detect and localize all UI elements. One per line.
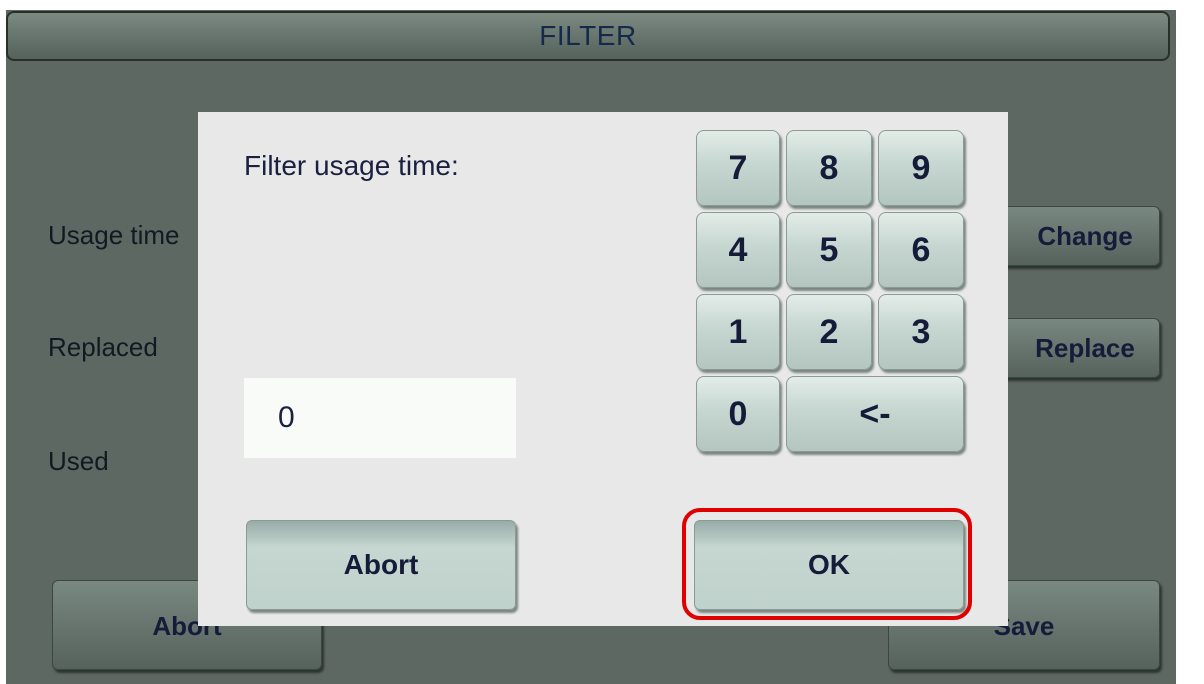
- replace-button-label: Replace: [1035, 332, 1135, 363]
- numeric-input-dialog: Filter usage time: 0 7 8 9 4 5 6 1 2 3 0…: [198, 112, 1008, 626]
- title-bar: FILTER: [6, 11, 1170, 61]
- key-5[interactable]: 5: [786, 212, 872, 288]
- key-6[interactable]: 6: [878, 212, 964, 288]
- usage-time-label: Usage time: [48, 220, 180, 250]
- used-label: Used: [48, 446, 109, 476]
- key-3[interactable]: 3: [878, 294, 964, 370]
- change-button-label: Change: [1037, 220, 1133, 251]
- key-7[interactable]: 7: [696, 130, 780, 206]
- dialog-abort-label: Abort: [343, 549, 419, 580]
- key-1[interactable]: 1: [696, 294, 780, 370]
- key-9[interactable]: 9: [878, 130, 964, 206]
- key-4[interactable]: 4: [696, 212, 780, 288]
- page-title: FILTER: [539, 20, 637, 51]
- key-2[interactable]: 2: [786, 294, 872, 370]
- replace-button[interactable]: Replace: [996, 318, 1160, 378]
- backspace-key[interactable]: <-: [786, 376, 964, 452]
- replaced-label: Replaced: [48, 332, 158, 362]
- ok-button[interactable]: OK: [694, 520, 964, 610]
- dialog-abort-button[interactable]: Abort: [246, 520, 516, 610]
- key-8[interactable]: 8: [786, 130, 872, 206]
- value-field[interactable]: 0: [244, 378, 516, 458]
- ok-button-label: OK: [808, 549, 850, 580]
- key-0[interactable]: 0: [696, 376, 780, 452]
- filter-usage-time-label: Filter usage time:: [244, 150, 459, 181]
- change-button[interactable]: Change: [996, 206, 1160, 266]
